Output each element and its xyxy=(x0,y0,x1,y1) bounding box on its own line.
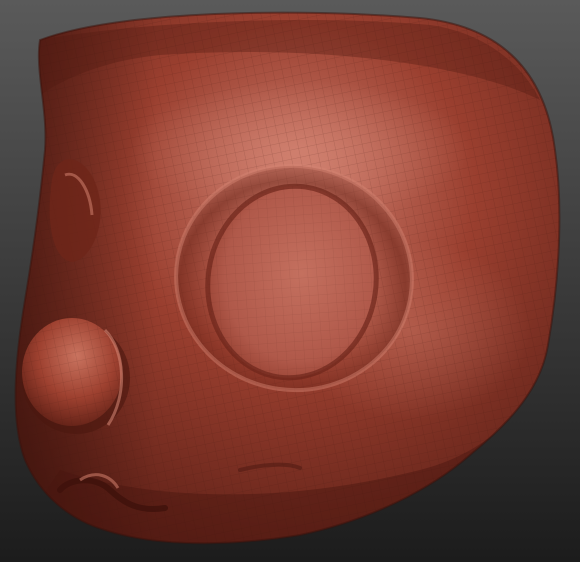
sculpt-render xyxy=(0,0,580,562)
sculpt-viewport[interactable] xyxy=(0,0,580,562)
